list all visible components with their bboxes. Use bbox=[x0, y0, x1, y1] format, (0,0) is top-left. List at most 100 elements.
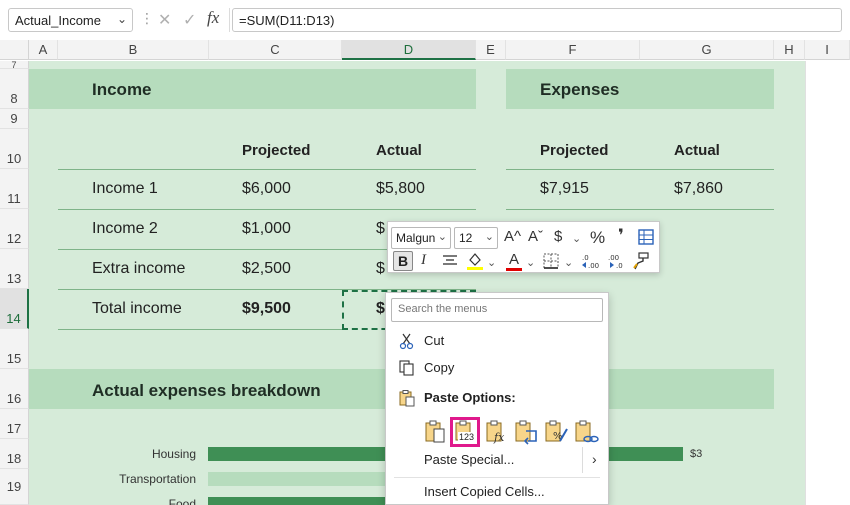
income-row-label[interactable]: Income 1 bbox=[92, 180, 158, 198]
income-projected-header[interactable]: Projected bbox=[242, 142, 310, 159]
enter-check-icon[interactable]: ✓ bbox=[183, 10, 196, 30]
italic-button[interactable]: I bbox=[421, 252, 426, 269]
menu-item-paste-special[interactable]: Paste Special... › bbox=[386, 447, 608, 473]
format-painter-icon[interactable] bbox=[632, 252, 650, 275]
font-name-value: Malgun bbox=[396, 231, 436, 245]
row-number: 9 bbox=[10, 111, 18, 126]
sheet-outside-area[interactable] bbox=[805, 61, 850, 505]
select-all-corner[interactable] bbox=[0, 40, 29, 60]
increase-decimal-icon[interactable]: .0.00 bbox=[580, 252, 600, 275]
income-row-actual[interactable]: $ bbox=[376, 260, 385, 278]
chevron-right-icon: › bbox=[592, 451, 597, 467]
row-header-12[interactable]: 12 bbox=[0, 209, 29, 249]
expenses-actual-header[interactable]: Actual bbox=[674, 142, 720, 159]
income-row-label[interactable]: Income 2 bbox=[92, 220, 158, 238]
income-actual-header[interactable]: Actual bbox=[376, 142, 422, 159]
chart-bar-transportation[interactable] bbox=[208, 472, 388, 486]
chevron-down-icon[interactable]: ⌄ bbox=[487, 256, 496, 269]
column-header-f[interactable]: F bbox=[506, 40, 640, 60]
column-header-h[interactable]: H bbox=[774, 40, 805, 60]
column-header-d[interactable]: D bbox=[342, 40, 476, 60]
expenses-projected-header[interactable]: Projected bbox=[540, 142, 608, 159]
chevron-down-icon[interactable]: ⌄ bbox=[572, 232, 581, 245]
row-header-17[interactable]: 17 bbox=[0, 409, 29, 439]
row-number: 18 bbox=[6, 451, 22, 466]
row-header-18[interactable]: 18 bbox=[0, 439, 29, 469]
formula-input[interactable]: =SUM(D11:D13) bbox=[232, 8, 842, 32]
format-table-icon[interactable] bbox=[638, 229, 654, 250]
chevron-down-icon: ⌄ bbox=[484, 231, 494, 243]
font-size-select[interactable]: 12 ⌄ bbox=[454, 227, 498, 249]
column-header-i[interactable]: I bbox=[805, 40, 850, 60]
percent-style-icon[interactable]: % bbox=[590, 228, 605, 248]
font-color-icon[interactable]: A bbox=[506, 251, 522, 271]
paste-formatting-icon[interactable]: % bbox=[542, 417, 572, 447]
row-header-16[interactable]: 16 bbox=[0, 369, 29, 409]
paste-link-icon[interactable] bbox=[572, 417, 602, 447]
row-header-8[interactable]: 8 bbox=[0, 69, 29, 109]
income-row-projected[interactable]: $1,000 bbox=[242, 220, 291, 238]
total-income-projected[interactable]: $9,500 bbox=[242, 300, 291, 318]
formula-bar: Actual_Income ⌄ ⋮ ✕ ✓ fx =SUM(D11:D13) bbox=[0, 0, 850, 38]
font-name-select[interactable]: Malgun ⌄ bbox=[391, 227, 451, 249]
cancel-icon[interactable]: ✕ bbox=[158, 10, 171, 30]
income-row-label[interactable]: Extra income bbox=[92, 260, 185, 278]
copy-icon bbox=[398, 359, 416, 377]
paste-options-header: Paste Options: bbox=[386, 385, 608, 411]
increase-font-size-icon[interactable]: A^ bbox=[504, 228, 521, 245]
menu-item-cut[interactable]: Cut bbox=[386, 328, 608, 354]
row-number: 11 bbox=[7, 191, 21, 206]
borders-icon[interactable] bbox=[543, 253, 559, 274]
chevron-down-icon[interactable]: ⌄ bbox=[526, 256, 535, 269]
column-header-c[interactable]: C bbox=[209, 40, 342, 60]
clipboard-icon bbox=[398, 389, 416, 407]
chevron-down-icon[interactable]: ⌄ bbox=[564, 256, 573, 269]
row-header-9[interactable]: 9 bbox=[0, 109, 29, 129]
row-header-19[interactable]: 19 bbox=[0, 469, 29, 505]
column-header-e[interactable]: E bbox=[476, 40, 506, 60]
expenses-row-actual[interactable]: $7,860 bbox=[674, 180, 723, 198]
bold-button[interactable]: B bbox=[393, 251, 413, 271]
row-header-14[interactable]: 14 bbox=[0, 289, 29, 329]
row-header-15[interactable]: 15 bbox=[0, 329, 29, 369]
column-header-g[interactable]: G bbox=[640, 40, 774, 60]
insert-function-icon[interactable]: fx bbox=[207, 8, 219, 28]
row-header-13[interactable]: 13 bbox=[0, 249, 29, 289]
align-center-icon[interactable] bbox=[442, 254, 458, 273]
income-title[interactable]: Income bbox=[92, 80, 152, 100]
breakdown-title[interactable]: Actual expenses breakdown bbox=[92, 381, 321, 401]
row-number: 15 bbox=[6, 351, 22, 366]
paste-icon[interactable] bbox=[421, 417, 451, 447]
chart-value-label: $3 bbox=[690, 448, 703, 460]
row-number: 14 bbox=[6, 311, 21, 326]
svg-text:fx: fx bbox=[493, 431, 505, 444]
name-box[interactable]: Actual_Income ⌄ bbox=[8, 8, 133, 32]
chart-bar-food[interactable] bbox=[208, 497, 388, 505]
chevron-down-icon[interactable]: ⌄ bbox=[117, 12, 127, 26]
paste-formulas-icon[interactable]: fx bbox=[483, 417, 513, 447]
more-dots-icon[interactable]: ⋮ bbox=[140, 10, 154, 27]
column-header-a[interactable]: A bbox=[29, 40, 58, 60]
row-header-11[interactable]: 11 bbox=[0, 169, 29, 209]
menu-item-copy[interactable]: Copy bbox=[386, 355, 608, 381]
menu-divider bbox=[394, 477, 600, 478]
paste-values-icon[interactable]: 123 bbox=[450, 417, 480, 447]
column-header-b[interactable]: B bbox=[58, 40, 209, 60]
income-row-projected[interactable]: $6,000 bbox=[242, 180, 291, 198]
expenses-row-projected[interactable]: $7,915 bbox=[540, 180, 589, 198]
row-header-7[interactable]: 7 bbox=[0, 60, 29, 70]
fill-color-icon[interactable] bbox=[466, 251, 484, 276]
paste-transpose-icon[interactable] bbox=[512, 417, 542, 447]
expenses-title[interactable]: Expenses bbox=[540, 80, 619, 100]
decrease-decimal-icon[interactable]: .00.0 bbox=[606, 252, 626, 275]
income-row-projected[interactable]: $2,500 bbox=[242, 260, 291, 278]
row-header-10[interactable]: 10 bbox=[0, 129, 29, 169]
menu-search-input[interactable]: Search the menus bbox=[391, 298, 603, 322]
comma-style-icon[interactable]: ❜ bbox=[618, 226, 624, 246]
income-row-actual[interactable]: $5,800 bbox=[376, 180, 425, 198]
total-income-label[interactable]: Total income bbox=[92, 300, 182, 318]
income-row-actual[interactable]: $ bbox=[376, 220, 385, 238]
currency-format-icon[interactable]: $ bbox=[554, 228, 562, 245]
decrease-font-size-icon[interactable]: Aˇ bbox=[528, 228, 543, 245]
menu-item-insert-copied-cells[interactable]: Insert Copied Cells... bbox=[386, 479, 608, 505]
